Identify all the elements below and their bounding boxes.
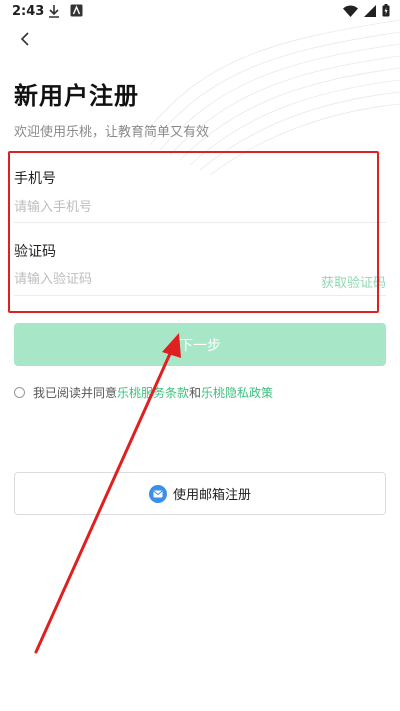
code-input[interactable] bbox=[14, 266, 304, 292]
status-system-icons bbox=[343, 4, 390, 17]
agreement-conjunction: 和 bbox=[189, 386, 202, 400]
status-notification-icons bbox=[48, 4, 83, 18]
phone-divider bbox=[14, 222, 386, 223]
battery-icon bbox=[382, 4, 390, 17]
email-register-button[interactable]: 使用邮箱注册 bbox=[14, 472, 386, 515]
back-button[interactable] bbox=[14, 28, 38, 52]
next-step-button[interactable]: 下一步 bbox=[14, 323, 386, 366]
agreement-radio[interactable] bbox=[14, 387, 25, 398]
status-bar: 2:43 bbox=[0, 0, 400, 24]
page-title: 新用户注册 bbox=[14, 82, 139, 110]
background-wave-decoration bbox=[139, 19, 400, 176]
phone-input[interactable] bbox=[14, 194, 386, 220]
agreement-prefix: 我已阅读并同意 bbox=[33, 386, 118, 400]
app-notification-icon bbox=[70, 4, 83, 17]
code-divider bbox=[14, 295, 386, 296]
download-icon bbox=[49, 5, 59, 18]
code-label: 验证码 bbox=[14, 244, 56, 260]
signal-icon bbox=[364, 4, 376, 17]
email-register-label: 使用邮箱注册 bbox=[172, 488, 251, 503]
terms-link[interactable]: 乐桃服务条款 bbox=[117, 384, 189, 401]
mail-icon bbox=[148, 484, 167, 503]
get-code-button[interactable]: 获取验证码 bbox=[321, 272, 386, 291]
chevron-left-icon bbox=[20, 32, 29, 46]
agreement-row: 我已阅读并同意 乐桃服务条款 和 乐桃隐私政策 bbox=[14, 384, 273, 401]
privacy-link[interactable]: 乐桃隐私政策 bbox=[201, 384, 273, 401]
page-subtitle: 欢迎使用乐桃，让教育简单又有效 bbox=[14, 125, 210, 140]
wifi-icon bbox=[343, 5, 358, 17]
status-time: 2:43 bbox=[12, 4, 45, 19]
phone-label: 手机号 bbox=[14, 171, 56, 187]
